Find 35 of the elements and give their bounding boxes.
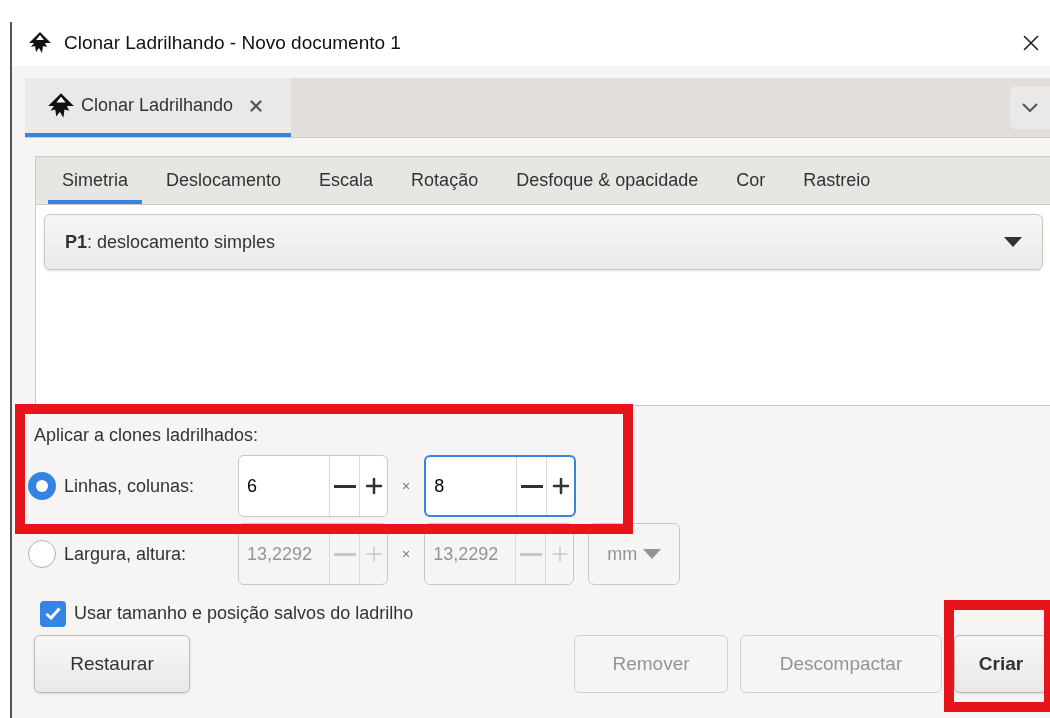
checkbox-option[interactable]: Usar tamanho e posição salvos do ladrilho: [12, 600, 1050, 627]
dock-tab[interactable]: Clonar Ladrilhando: [25, 78, 292, 137]
number-spin-field[interactable]: 6: [238, 455, 388, 517]
dropdown-arrow-icon: [643, 549, 662, 559]
notebook-tab[interactable]: Rastreio: [789, 157, 885, 204]
decrement-button[interactable]: [329, 456, 359, 516]
menu-button[interactable]: [1010, 86, 1050, 129]
notebook-tab[interactable]: Cor: [722, 157, 780, 204]
logo-icon: [28, 31, 52, 55]
dialog-button[interactable]: Restaurar: [34, 635, 190, 693]
minus-icon: [333, 552, 356, 556]
notebook-tab[interactable]: Escala: [305, 157, 388, 204]
minus-icon: [333, 484, 356, 488]
symmetry-dropdown[interactable]: P1: deslocamento simples: [44, 214, 1043, 270]
radio-option[interactable]: Largura, altura:: [28, 540, 226, 568]
section-label: Aplicar a clones ladrilhados:: [33, 424, 260, 447]
times-sign: ×: [401, 476, 412, 496]
minus-icon: [519, 552, 542, 556]
field-value: 13,2292: [432, 542, 500, 566]
notebook-tab[interactable]: Desfoque & opacidade: [502, 157, 713, 204]
field-value: 8: [433, 474, 446, 498]
notebook-tab[interactable]: Simetria: [48, 157, 142, 204]
dropdown-arrow-icon: [1004, 237, 1022, 247]
minus-icon: [520, 484, 543, 488]
notebook-tab[interactable]: Rotação: [397, 157, 493, 204]
dropdown-value: P1: deslocamento simples: [65, 230, 276, 254]
chevron-down-icon: [1022, 103, 1038, 112]
number-spin-field[interactable]: 8: [424, 455, 577, 517]
field-value: 13,2292: [246, 542, 314, 566]
window-title: Clonar Ladrilhando - Novo documento 1: [64, 30, 401, 55]
checkmark-icon: [45, 607, 61, 620]
notebook-tab[interactable]: Deslocamento: [152, 157, 296, 204]
times-sign: ×: [401, 544, 412, 564]
field-value: 6: [246, 474, 258, 498]
radio-option[interactable]: Linhas, colunas:: [28, 472, 226, 500]
